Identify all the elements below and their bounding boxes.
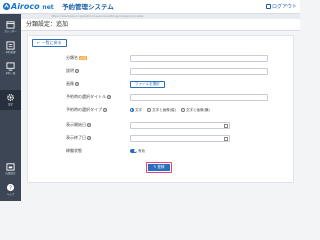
- logo[interactable]: Airoco net: [11, 2, 54, 13]
- display-type-label: 予約時の選択タイプ?: [66, 107, 107, 113]
- help-icon[interactable]: ?: [103, 108, 107, 112]
- name-label: 分類名 必須: [66, 55, 88, 61]
- radio-label: 文字と画像(縦): [152, 108, 176, 112]
- help-icon[interactable]: ?: [75, 69, 79, 73]
- radio-text-image-vertical[interactable]: 文字と画像(縦): [147, 107, 176, 113]
- logo-icon: [2, 2, 11, 11]
- logout-button[interactable]: ログアウト: [265, 2, 297, 12]
- logout-label: ログアウト: [271, 4, 297, 10]
- sidebar: カレンダー 予約管理 予約一覧 設定 店舗設定 ? ヘルプ: [0, 14, 21, 201]
- app-title: 予約管理システム: [62, 3, 114, 11]
- help-icon: ?: [6, 183, 15, 191]
- logout-icon: [265, 4, 271, 9]
- help-icon[interactable]: ?: [107, 95, 111, 99]
- submit-highlight: ✎ 登録: [146, 162, 172, 173]
- sidebar-item-label: 設定: [7, 103, 13, 106]
- radio-text-image-horizontal[interactable]: 文字と画像(横): [180, 107, 210, 113]
- sidebar-item-label: 予約一覧: [5, 72, 16, 75]
- status-toggle[interactable]: [130, 148, 137, 153]
- description-label: 説明?: [66, 68, 79, 74]
- sidebar-item-label: ヘルプ: [6, 193, 15, 196]
- radio-button-selected[interactable]: [130, 107, 134, 112]
- sidebar-item-calendar[interactable]: カレンダー: [0, 17, 21, 37]
- start-date-label-text: 表示開始日: [66, 122, 86, 127]
- monitor-icon: [6, 62, 15, 71]
- sidebar-item-label: 予約管理: [5, 51, 16, 54]
- description-label-text: 説明: [66, 68, 74, 73]
- start-date-label: 表示開始日?: [66, 122, 91, 128]
- file-select-button[interactable]: ファイルを選択: [130, 81, 165, 88]
- back-to-list-button[interactable]: ← 一覧に戻る: [32, 39, 67, 47]
- radio-text[interactable]: 文字: [130, 107, 142, 113]
- radio-button[interactable]: [180, 107, 185, 112]
- radio-label: 文字と画像(横): [185, 108, 210, 112]
- sidebar-item-help[interactable]: ? ヘルプ: [0, 180, 21, 200]
- image-label-text: 画像: [66, 81, 74, 86]
- status-label: 稼働状態: [66, 148, 82, 153]
- logo-text: Airoco: [11, 2, 40, 11]
- sidebar-item-label: カレンダー: [4, 30, 17, 33]
- display-type-radio-group: 文字 文字と画像(縦) 文字と画像(横): [130, 107, 214, 113]
- status-toggle-wrap: 有効: [130, 148, 145, 154]
- help-icon[interactable]: ?: [75, 82, 79, 86]
- sidebar-item-reservation-list[interactable]: 予約一覧: [0, 59, 21, 79]
- select-title-label-text: 予約時の選択タイトル: [66, 94, 106, 99]
- page-title: 分類設定：追加: [26, 21, 69, 28]
- name-input[interactable]: [130, 55, 268, 62]
- page-title-bar: 分類設定：追加: [21, 19, 300, 31]
- required-badge: 必須: [79, 55, 88, 60]
- calendar-icon[interactable]: [224, 137, 228, 141]
- start-date-input[interactable]: [130, 122, 230, 129]
- calendar-icon[interactable]: [224, 124, 228, 128]
- store-icon: [6, 163, 15, 171]
- status-value: 有効: [138, 149, 145, 153]
- app-header: Airoco net 予約管理システム ログアウト: [0, 0, 300, 14]
- image-label: 画像?: [66, 81, 79, 87]
- description-input[interactable]: [130, 68, 268, 75]
- sidebar-item-settings[interactable]: 設定: [0, 90, 21, 110]
- radio-label: 文字: [135, 108, 142, 112]
- select-title-label: 予約時の選択タイトル?: [66, 94, 111, 100]
- name-label-text: 分類名: [66, 55, 78, 60]
- end-date-input[interactable]: [130, 135, 230, 142]
- help-icon[interactable]: ?: [87, 123, 91, 127]
- submit-label: 登録: [157, 165, 165, 169]
- sidebar-item-store[interactable]: 店舗設定: [0, 159, 21, 179]
- list-icon: [6, 41, 15, 50]
- form-card: ← 一覧に戻る 分類名 必須 説明? 画像? ファイルを選択 予約時の選択タイトル…: [27, 35, 294, 183]
- sidebar-item-label: 店舗設定: [5, 172, 16, 175]
- select-title-input[interactable]: [130, 94, 268, 101]
- sidebar-item-reservations[interactable]: 予約管理: [0, 38, 21, 58]
- help-icon[interactable]: ?: [87, 136, 91, 140]
- calendar-icon: [6, 21, 15, 29]
- logo-suffix: net: [42, 4, 54, 11]
- end-date-label-text: 表示終了日: [66, 135, 86, 140]
- svg-text:?: ?: [9, 185, 12, 191]
- gear-icon: [7, 94, 14, 101]
- radio-button[interactable]: [147, 107, 152, 112]
- end-date-label: 表示終了日?: [66, 135, 91, 141]
- display-type-label-text: 予約時の選択タイプ: [66, 107, 102, 112]
- submit-button[interactable]: ✎ 登録: [148, 164, 170, 171]
